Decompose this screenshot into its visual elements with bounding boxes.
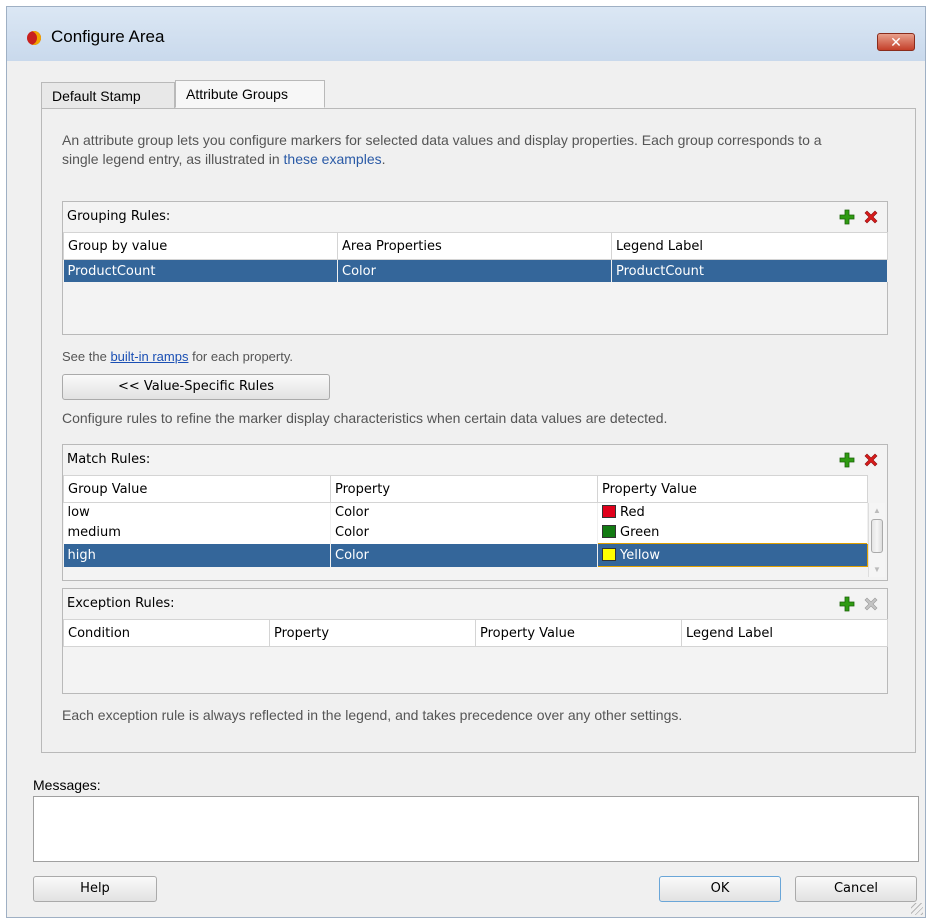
grouping-rules-title: Grouping Rules: xyxy=(67,209,171,224)
match-rules-group: Match Rules: Group Value Property Proper… xyxy=(62,444,888,581)
column-header-property-value[interactable]: Property Value xyxy=(597,475,868,503)
grouping-rules-group: Grouping Rules: Group by value Area Prop… xyxy=(62,201,888,335)
column-header-property-value[interactable]: Property Value xyxy=(475,619,682,647)
table-row[interactable]: ProductCount Color ProductCount xyxy=(63,259,888,282)
attribute-groups-panel: An attribute group lets you configure ma… xyxy=(41,108,916,753)
value-rules-hint: Configure rules to refine the marker dis… xyxy=(62,410,668,426)
table-row[interactable]: low Color Red xyxy=(63,502,868,521)
column-header-legend-label[interactable]: Legend Label xyxy=(611,232,888,260)
tab-default-stamp[interactable]: Default Stamp xyxy=(41,82,175,108)
column-header-group-by-value[interactable]: Group by value xyxy=(63,232,338,260)
column-header-legend-label[interactable]: Legend Label xyxy=(681,619,888,647)
messages-area[interactable] xyxy=(33,796,919,862)
oracle-logo-icon xyxy=(27,31,41,45)
value-specific-rules-button[interactable]: << Value-Specific Rules xyxy=(62,374,330,400)
messages-label: Messages: xyxy=(33,777,101,793)
exception-rules-table: Condition Property Property Value Legend… xyxy=(63,619,888,647)
scroll-down-icon[interactable]: ▼ xyxy=(873,565,881,574)
scroll-up-icon[interactable]: ▲ xyxy=(873,506,881,515)
configure-area-dialog: Configure Area ✕ Default Stamp Attribute… xyxy=(6,6,926,918)
match-rules-title: Match Rules: xyxy=(67,452,151,467)
tab-attribute-groups[interactable]: Attribute Groups xyxy=(175,80,325,108)
dialog-title: Configure Area xyxy=(51,27,165,46)
intro-text: An attribute group lets you configure ma… xyxy=(62,132,822,167)
delete-exception-rule-icon xyxy=(864,597,878,611)
delete-match-rule-icon[interactable] xyxy=(863,452,879,468)
close-button[interactable]: ✕ xyxy=(877,33,915,51)
yellow-swatch xyxy=(602,547,616,561)
cancel-button[interactable]: Cancel xyxy=(795,876,917,902)
table-row[interactable]: high Color Yellow xyxy=(63,543,868,567)
column-header-area-properties[interactable]: Area Properties xyxy=(337,232,612,260)
grouping-rules-table: Group by value Area Properties Legend La… xyxy=(63,232,888,282)
built-in-ramps-link[interactable]: built-in ramps xyxy=(110,349,188,364)
ok-button[interactable]: OK xyxy=(659,876,781,902)
exception-note: Each exception rule is always reflected … xyxy=(62,707,683,723)
help-button[interactable]: Help xyxy=(33,876,157,902)
title-bar: Configure Area ✕ xyxy=(7,7,925,61)
match-rules-scrollbar[interactable]: ▲ ▼ xyxy=(868,503,885,577)
scrollbar-thumb[interactable] xyxy=(871,519,883,553)
red-swatch xyxy=(602,504,616,518)
add-match-rule-icon[interactable] xyxy=(839,452,855,468)
built-in-ramps-text: See the built-in ramps for each property… xyxy=(62,349,294,364)
column-header-property[interactable]: Property xyxy=(330,475,598,503)
add-grouping-rule-icon[interactable] xyxy=(839,209,855,225)
column-header-group-value[interactable]: Group Value xyxy=(63,475,331,503)
column-header-property[interactable]: Property xyxy=(269,619,476,647)
delete-grouping-rule-icon[interactable] xyxy=(863,209,879,225)
exception-rules-title: Exception Rules: xyxy=(67,596,175,611)
these-examples-link[interactable]: these examples xyxy=(284,151,382,167)
column-header-condition[interactable]: Condition xyxy=(63,619,270,647)
match-rules-table: Group Value Property Property Value low … xyxy=(63,475,868,567)
table-row[interactable]: medium Color Green xyxy=(63,521,868,544)
green-swatch xyxy=(602,524,616,538)
resize-grip-icon[interactable] xyxy=(911,903,923,915)
add-exception-rule-icon[interactable] xyxy=(839,596,855,612)
exception-rules-group: Exception Rules: Condition Property Prop… xyxy=(62,588,888,694)
